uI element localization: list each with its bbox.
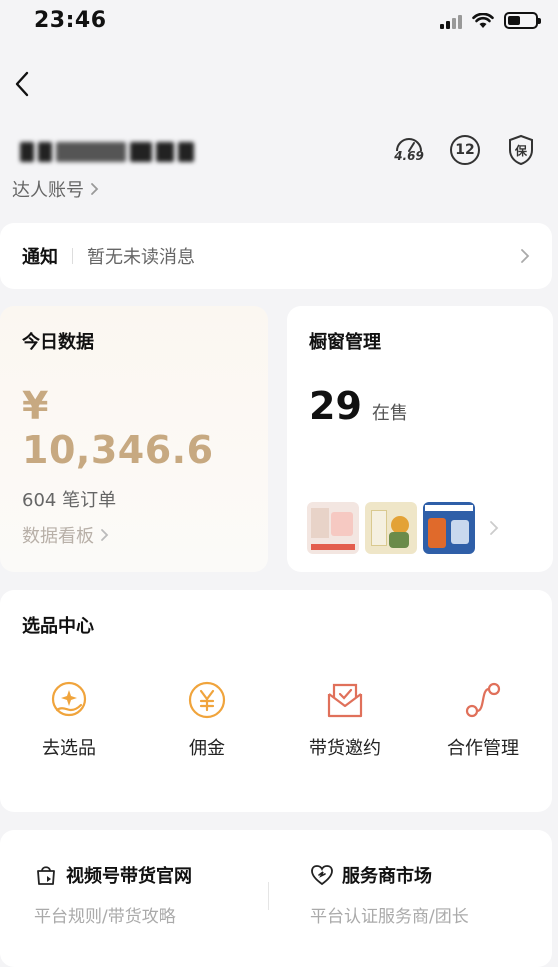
window-count-unit: 在售 — [371, 403, 408, 424]
data-dashboard-link[interactable]: 数据看板 — [22, 522, 109, 548]
window-count-number: 29 — [309, 384, 362, 428]
window-management-card[interactable]: 橱窗管理 29 在售 — [287, 306, 553, 572]
wifi-icon — [472, 12, 494, 28]
shield-icon: 保 — [509, 134, 533, 166]
chevron-right-icon — [490, 521, 499, 535]
cooperation-icon — [463, 680, 503, 720]
product-thumbnail[interactable] — [423, 502, 475, 554]
select-product-icon — [49, 680, 89, 720]
window-count: 29 在售 — [309, 384, 531, 428]
channels-official-link[interactable]: 视频号带货官网 平台规则/带货攻略 — [0, 862, 276, 967]
service-market-link[interactable]: 服务商市场 平台认证服务商/团长 — [276, 862, 552, 967]
commission-button[interactable]: 佣金 — [138, 680, 276, 760]
today-data-card[interactable]: 今日数据 ¥ 10,346.6 604 笔订单 数据看板 — [0, 306, 268, 572]
cooperation-label: 合作管理 — [447, 738, 519, 759]
product-thumbnail[interactable] — [307, 502, 359, 554]
today-amount: ¥ 10,346.6 — [22, 384, 214, 472]
account-type-label: 达人账号 — [12, 180, 84, 201]
service-market-title: 服务商市场 — [342, 866, 432, 887]
account-name-redacted — [20, 142, 194, 162]
chevron-right-icon — [521, 249, 530, 263]
invitation-button[interactable]: 带货邀约 — [276, 680, 414, 760]
channels-official-title: 视频号带货官网 — [66, 866, 192, 887]
today-orders: 604 笔订单 — [22, 490, 117, 511]
commission-icon — [187, 680, 227, 720]
data-dashboard-label: 数据看板 — [22, 526, 94, 547]
notice-message: 暂无未读消息 — [87, 247, 195, 268]
select-product-label: 去选品 — [42, 738, 96, 759]
score-badge[interactable]: 4.69 — [392, 132, 426, 168]
chevron-right-icon — [101, 529, 109, 541]
score-value: 4.69 — [394, 149, 424, 163]
select-product-button[interactable]: 去选品 — [0, 680, 138, 760]
account-badges: 4.69 12 保 — [392, 132, 538, 168]
selection-center-card: 选品中心 去选品 佣金 带货邀约 合作管理 — [0, 590, 552, 812]
bottom-links-card: 视频号带货官网 平台规则/带货攻略 服务商市场 平台认证服务商/团长 — [0, 830, 552, 967]
guarantee-badge[interactable]: 保 — [504, 132, 538, 168]
account-type-link[interactable]: 达人账号 — [12, 176, 99, 202]
status-icons — [440, 12, 541, 29]
heart-service-icon — [311, 865, 333, 886]
service-market-subtitle: 平台认证服务商/团长 — [310, 907, 469, 927]
battery-icon — [504, 12, 541, 29]
cooperation-button[interactable]: 合作管理 — [414, 680, 552, 760]
selection-center-title: 选品中心 — [22, 616, 94, 637]
level-value: 12 — [450, 135, 480, 165]
invitation-icon — [325, 680, 365, 720]
bag-icon — [37, 866, 55, 885]
today-data-title: 今日数据 — [22, 332, 94, 353]
chevron-right-icon — [91, 183, 99, 195]
svg-text:保: 保 — [514, 143, 528, 158]
back-button[interactable] — [6, 66, 38, 102]
notice-title: 通知 — [22, 247, 58, 268]
notice-divider — [72, 248, 73, 264]
notice-card[interactable]: 通知 暂无未读消息 — [0, 223, 552, 289]
selection-center-grid: 去选品 佣金 带货邀约 合作管理 — [0, 680, 552, 760]
status-time: 23:46 — [34, 8, 107, 33]
product-thumbnails[interactable] — [307, 502, 499, 554]
window-title: 橱窗管理 — [309, 332, 381, 353]
level-badge[interactable]: 12 — [448, 132, 482, 168]
commission-label: 佣金 — [189, 738, 225, 759]
bottom-divider — [268, 882, 269, 910]
product-thumbnail[interactable] — [365, 502, 417, 554]
channels-official-subtitle: 平台规则/带货攻略 — [34, 907, 176, 927]
invitation-label: 带货邀约 — [309, 738, 381, 759]
signal-icon — [440, 13, 462, 29]
chevron-left-icon — [15, 71, 29, 97]
